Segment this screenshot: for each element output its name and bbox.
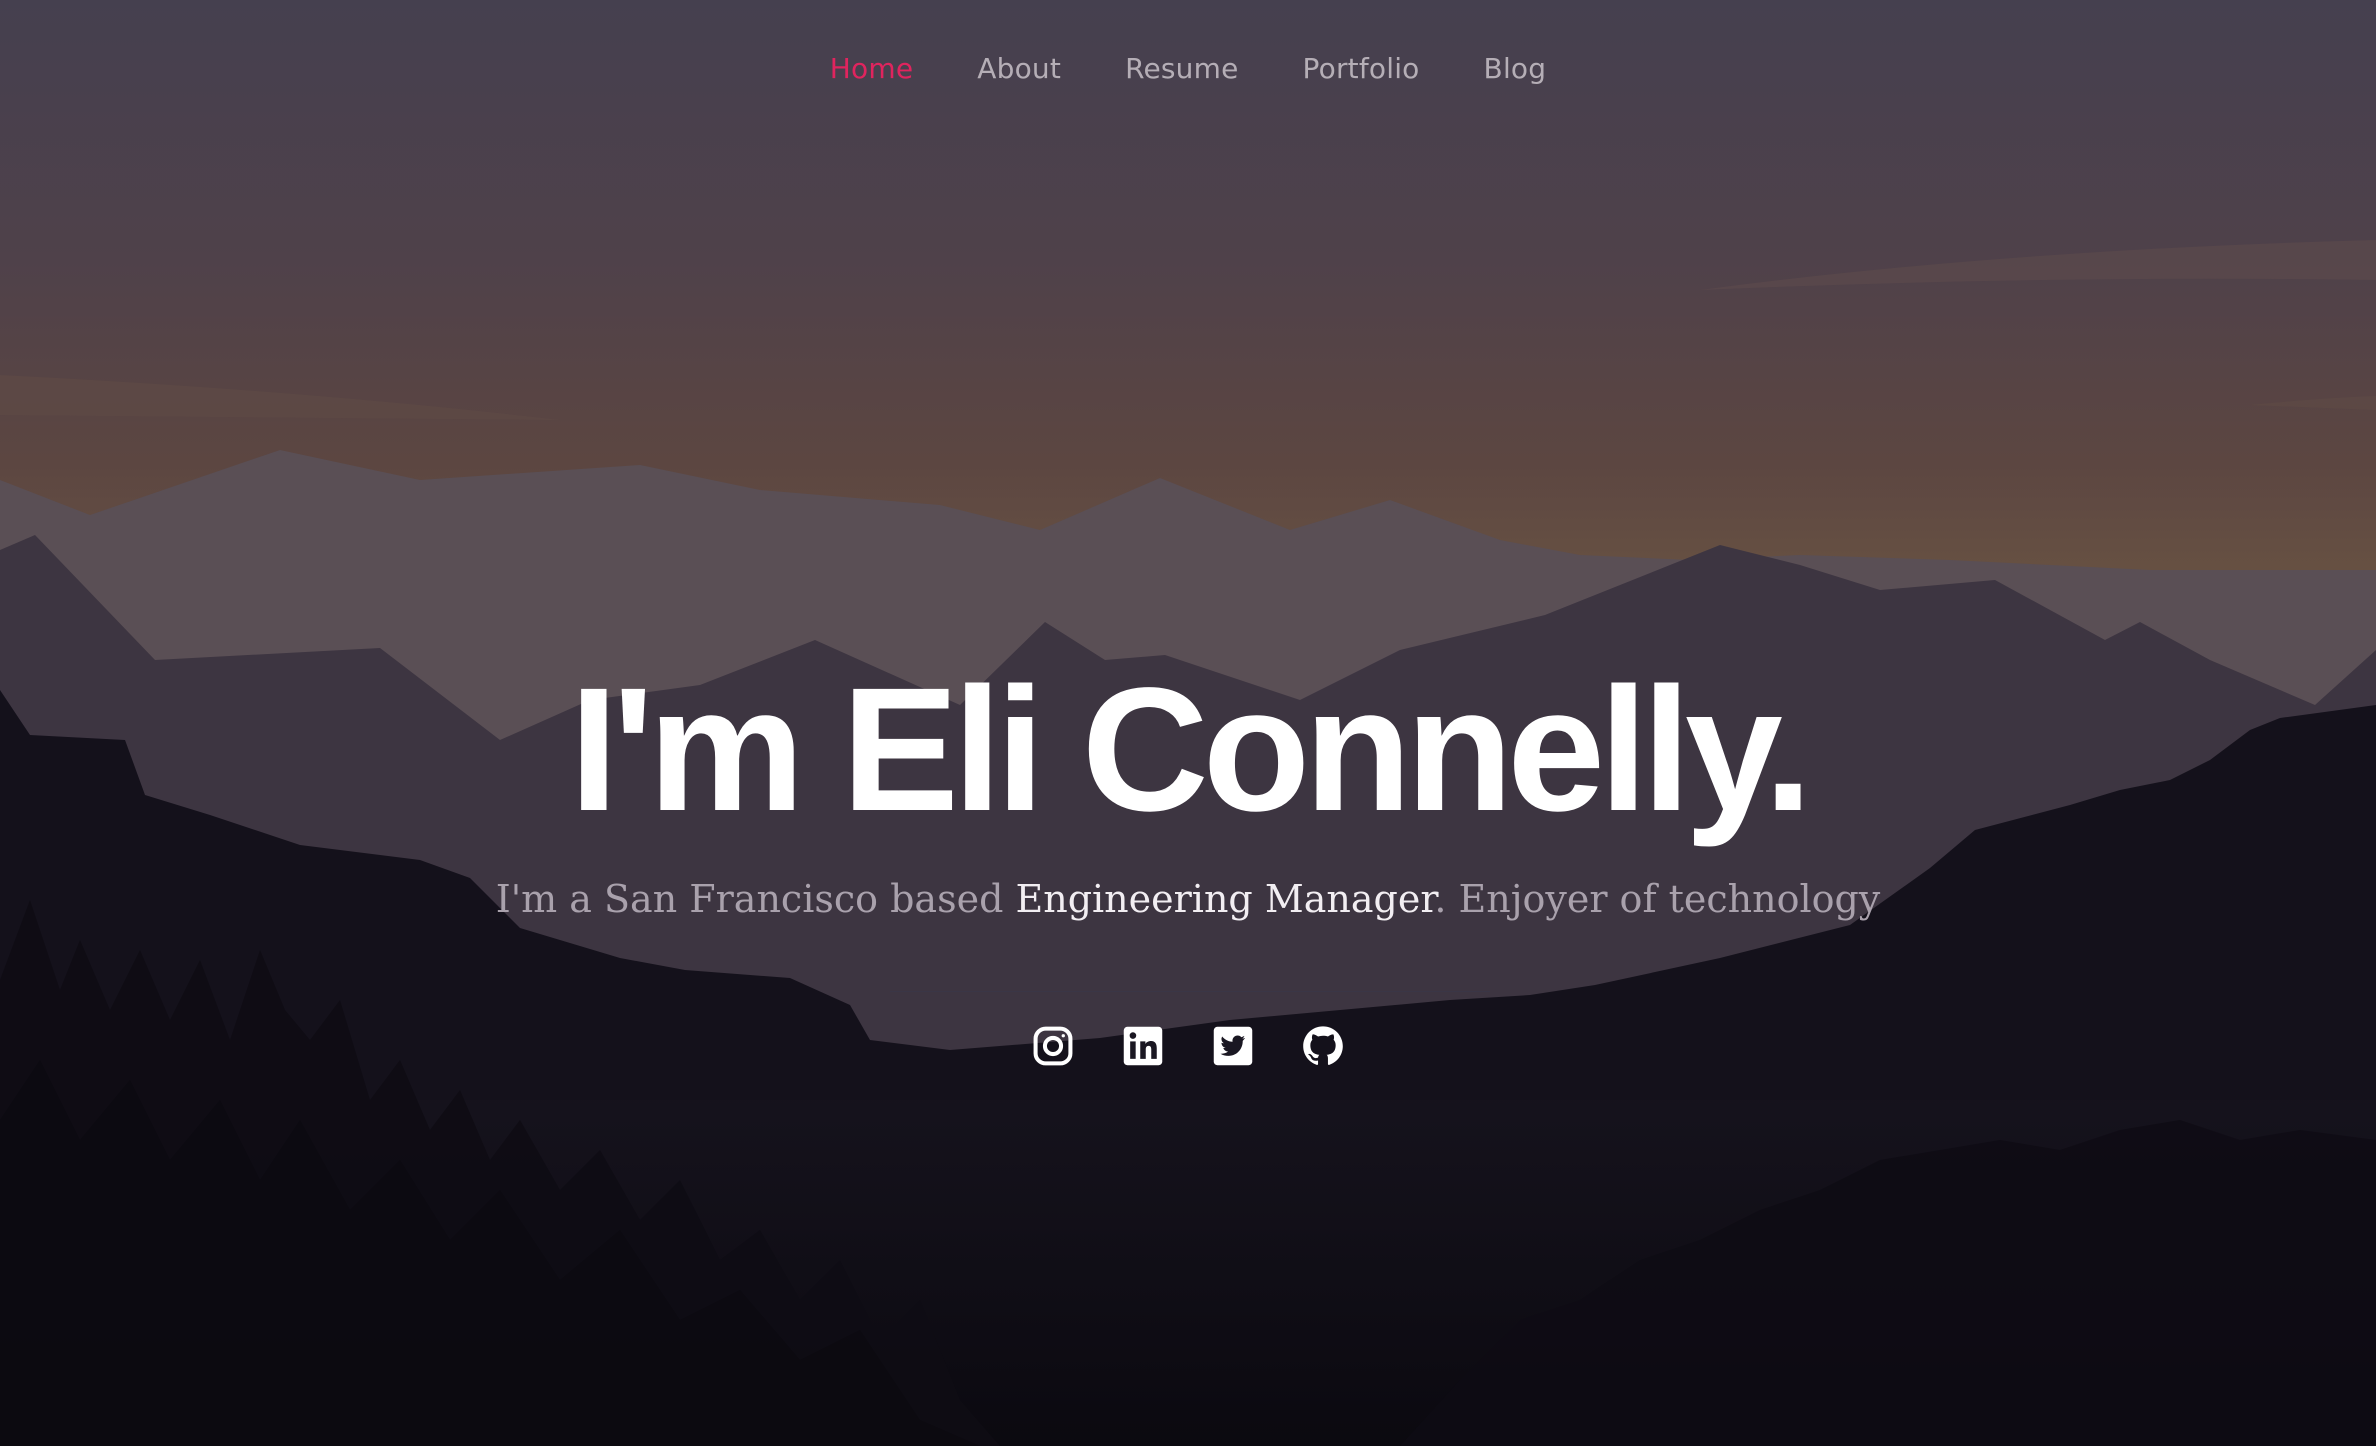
nav-home[interactable]: Home xyxy=(798,52,946,85)
nav-portfolio[interactable]: Portfolio xyxy=(1271,52,1452,85)
hero-title: I'm Eli Connelly. xyxy=(569,652,1812,848)
github-icon[interactable] xyxy=(1301,1024,1345,1068)
subtitle-suffix: . Enjoyer of technology xyxy=(1434,877,1881,921)
nav-blog[interactable]: Blog xyxy=(1452,52,1579,85)
subtitle-highlight: Engineering Manager xyxy=(1015,877,1435,921)
hero-subtitle: I'm a San Francisco based Engineering Ma… xyxy=(0,874,2376,924)
page: Home About Resume Portfolio Blog I'm Eli… xyxy=(0,0,2376,1446)
linkedin-icon[interactable] xyxy=(1121,1024,1165,1068)
nav-about[interactable]: About xyxy=(945,52,1093,85)
main-nav: Home About Resume Portfolio Blog xyxy=(0,0,2376,136)
hero-divider xyxy=(890,991,1490,992)
social-links xyxy=(0,1024,2376,1068)
twitter-icon[interactable] xyxy=(1211,1024,1255,1068)
instagram-icon[interactable] xyxy=(1031,1024,1075,1068)
subtitle-prefix: I'm a San Francisco based xyxy=(495,877,1016,921)
nav-resume[interactable]: Resume xyxy=(1093,52,1270,85)
